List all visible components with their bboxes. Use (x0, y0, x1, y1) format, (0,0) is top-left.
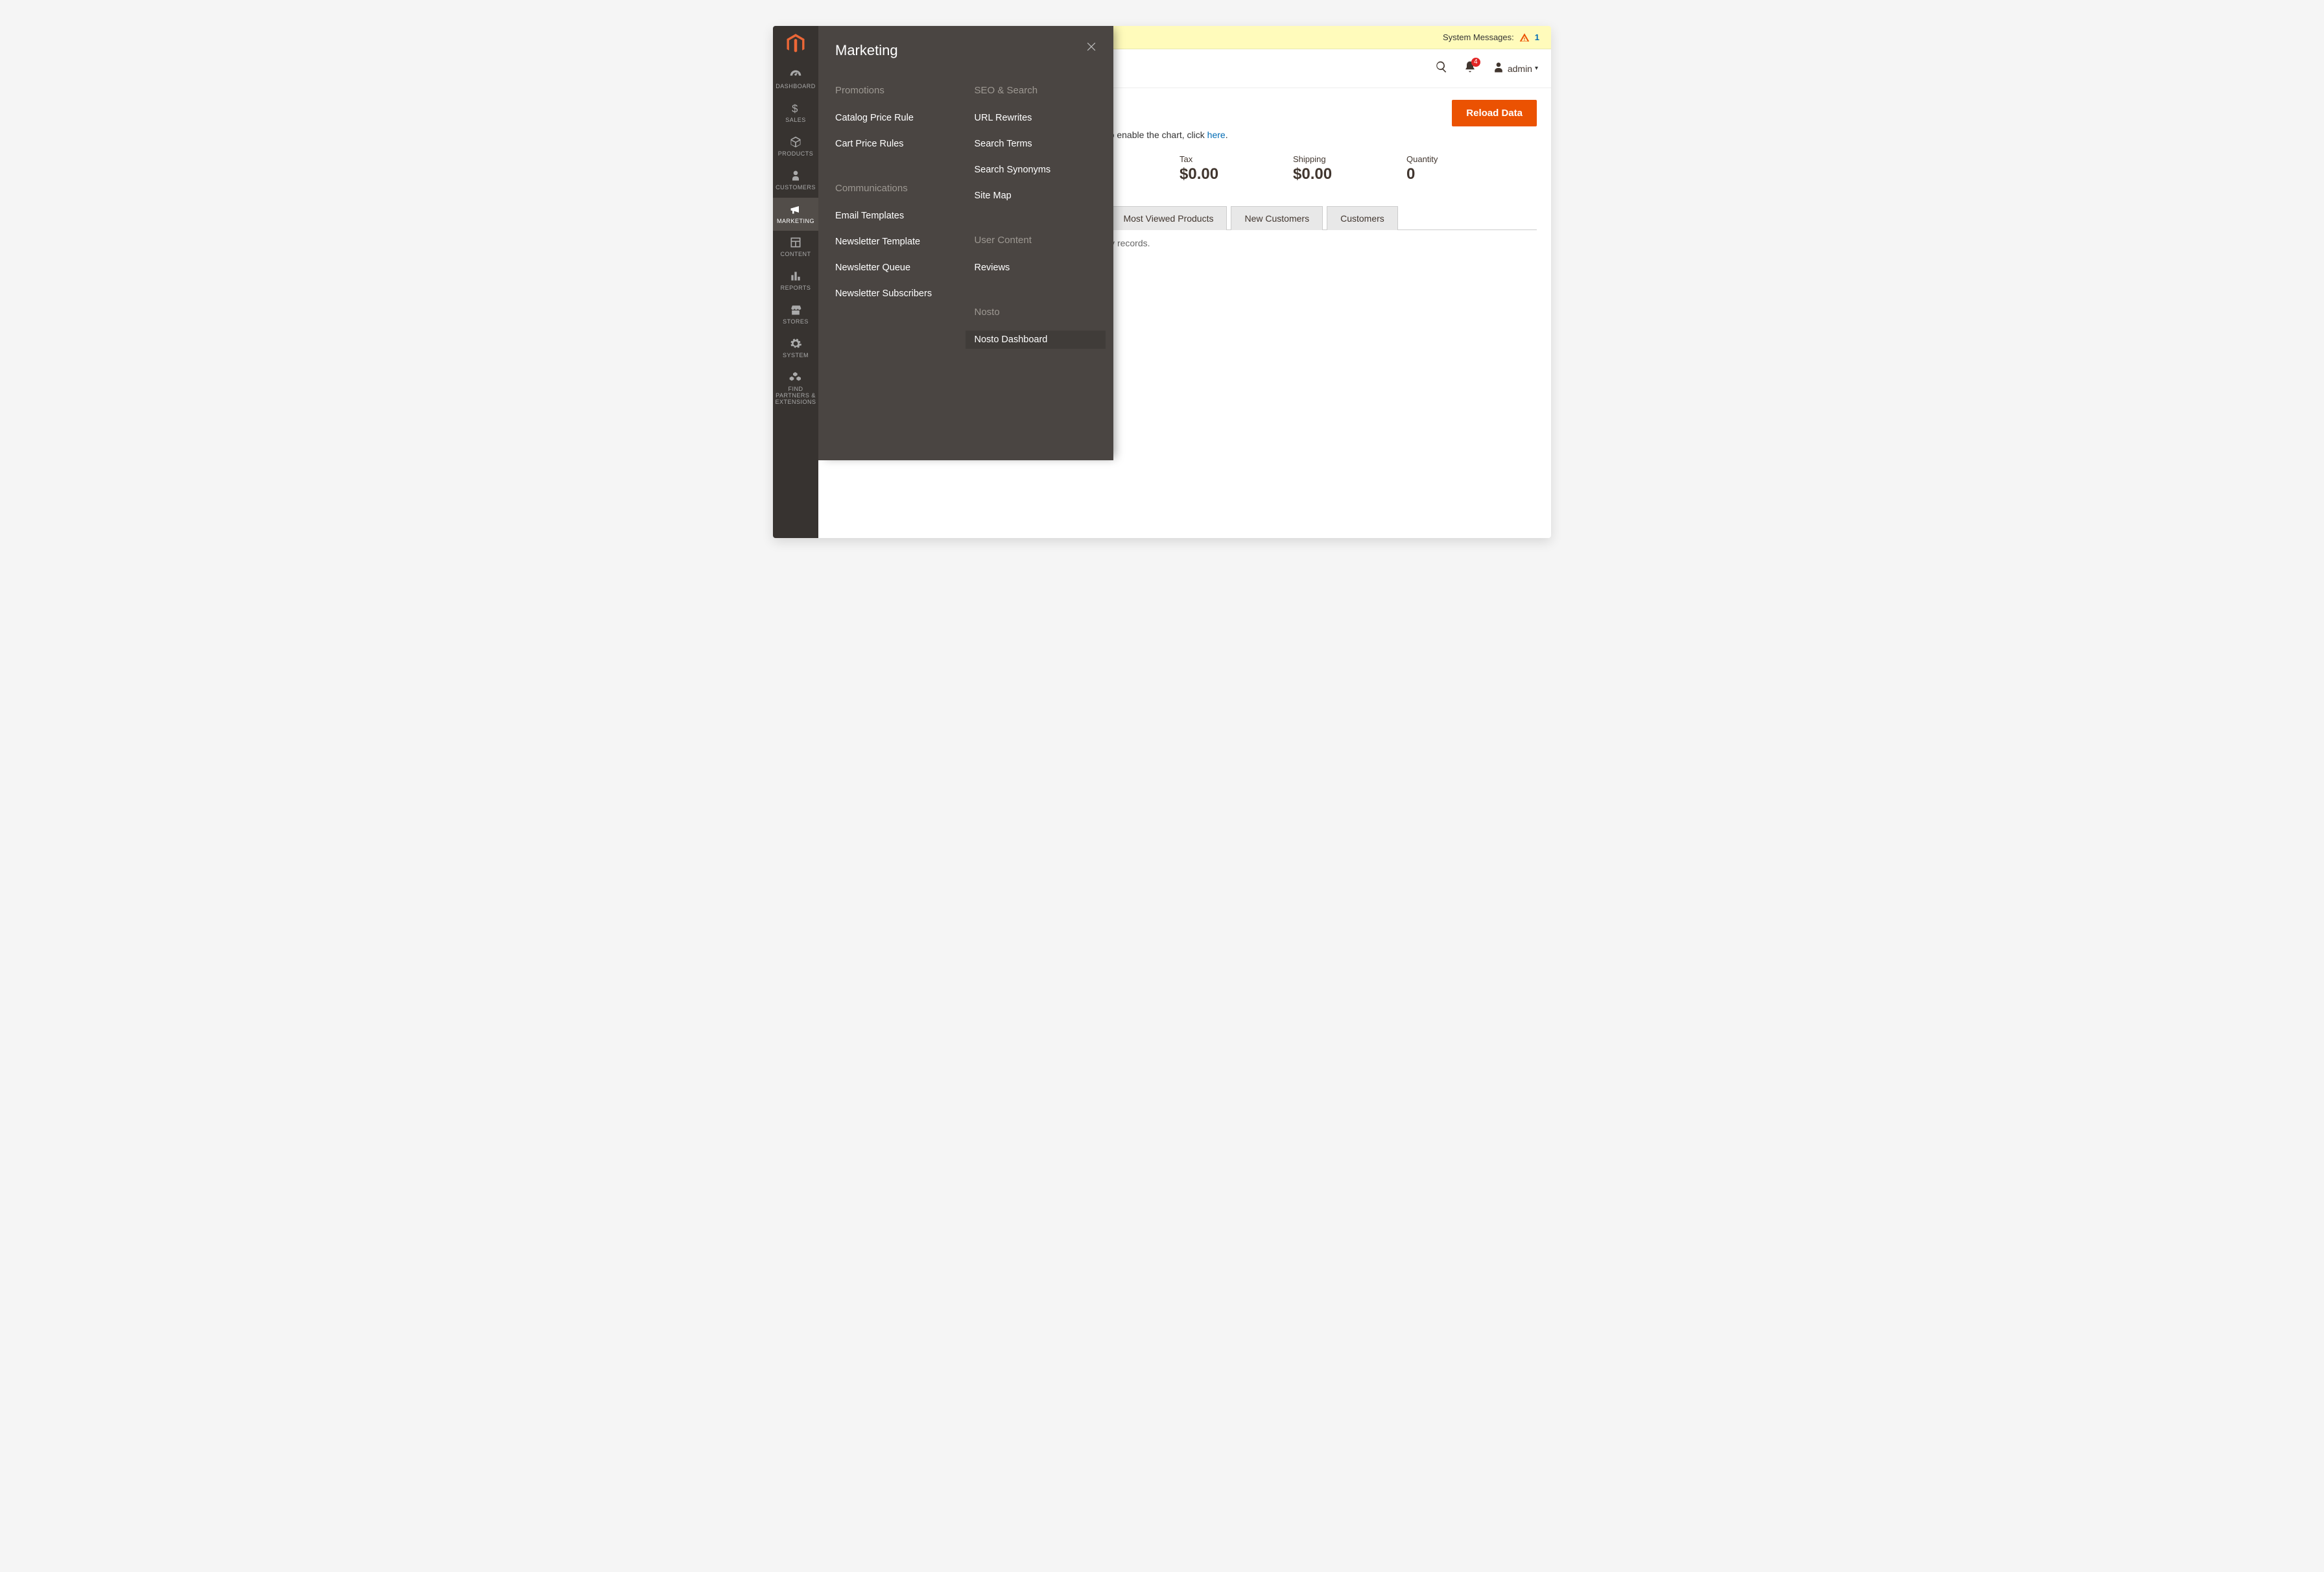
gauge-icon (774, 68, 817, 81)
sidebar-item-products[interactable]: PRODUCTS (773, 130, 818, 164)
sidebar-item-label: SYSTEM (774, 353, 817, 359)
flyout-group-nosto: Nosto (975, 307, 1114, 318)
flyout-item-newsletter-template[interactable]: Newsletter Template (835, 233, 975, 251)
boxes-icon (774, 371, 817, 384)
sidebar-item-label: PRODUCTS (774, 151, 817, 158)
flyout-item-newsletter-queue[interactable]: Newsletter Queue (835, 259, 975, 277)
tab-new-customers[interactable]: New Customers (1231, 206, 1323, 230)
sidebar-item-stores[interactable]: STORES (773, 298, 818, 332)
flyout-item-url-rewrites[interactable]: URL Rewrites (975, 109, 1114, 127)
user-icon (1492, 61, 1505, 76)
magento-logo[interactable] (784, 32, 807, 59)
sidebar-item-label: STORES (774, 319, 817, 325)
stat-value: $0.00 (1293, 165, 1406, 183)
user-menu[interactable]: admin ▾ (1492, 61, 1538, 76)
stat-label: Shipping (1293, 154, 1406, 164)
flyout-group-seo: SEO & Search (975, 85, 1114, 96)
marketing-flyout: Marketing Promotions Catalog Price Rule … (818, 26, 1113, 460)
flyout-item-cart-price-rules[interactable]: Cart Price Rules (835, 135, 975, 153)
search-icon[interactable] (1435, 60, 1448, 76)
gear-icon (774, 337, 817, 350)
empty-records-text: dn't find any records. (1066, 238, 1537, 248)
flyout-title: Marketing (835, 42, 1113, 59)
sidebar-item-label: CONTENT (774, 252, 817, 258)
flyout-item-reviews[interactable]: Reviews (975, 259, 1114, 277)
sidebar-item-partners[interactable]: FIND PARTNERS & EXTENSIONS (773, 366, 818, 412)
warning-icon (1519, 32, 1530, 43)
stat-tax: Tax $0.00 (1180, 154, 1293, 183)
app-window: DASHBOARD $ SALES PRODUCTS CUSTOMERS MAR… (773, 26, 1551, 538)
flyout-column-right: SEO & Search URL Rewrites Search Terms S… (975, 85, 1114, 379)
flyout-item-catalog-price-rule[interactable]: Catalog Price Rule (835, 109, 975, 127)
stat-shipping: Shipping $0.00 (1293, 154, 1406, 183)
stat-label: Quantity (1406, 154, 1520, 164)
stats-row: e 0 Tax $0.00 Shipping $0.00 Quantity 0 (1066, 154, 1537, 183)
sidebar-item-marketing[interactable]: MARKETING (773, 198, 818, 231)
stat-quantity: Quantity 0 (1406, 154, 1520, 183)
chart-disabled-notice: disabled. To enable the chart, click her… (1066, 130, 1537, 140)
box-icon (774, 135, 817, 148)
svg-text:$: $ (792, 102, 798, 115)
system-messages-count: 1 (1535, 32, 1539, 42)
flyout-column-left: Promotions Catalog Price Rule Cart Price… (835, 85, 975, 379)
layout-icon (774, 236, 817, 249)
close-icon[interactable] (1085, 40, 1098, 53)
sidebar-item-dashboard[interactable]: DASHBOARD (773, 63, 818, 97)
dollar-icon: $ (774, 102, 817, 115)
flyout-item-site-map[interactable]: Site Map (975, 187, 1114, 205)
sidebar-item-customers[interactable]: CUSTOMERS (773, 164, 818, 198)
enable-chart-link[interactable]: here (1207, 130, 1226, 140)
flyout-item-newsletter-subscribers[interactable]: Newsletter Subscribers (835, 285, 975, 303)
flyout-item-search-terms[interactable]: Search Terms (975, 135, 1114, 153)
tab-most-viewed[interactable]: Most Viewed Products (1109, 206, 1227, 230)
bar-chart-icon (774, 270, 817, 283)
notification-badge: 4 (1471, 58, 1480, 67)
flyout-group-promotions: Promotions (835, 85, 975, 96)
notifications-button[interactable]: 4 (1464, 60, 1476, 76)
flyout-item-nosto-dashboard[interactable]: Nosto Dashboard (966, 331, 1106, 349)
sidebar-item-content[interactable]: CONTENT (773, 231, 818, 264)
sidebar-item-label: FIND PARTNERS & EXTENSIONS (774, 386, 817, 406)
reload-data-button[interactable]: Reload Data (1452, 100, 1537, 126)
sidebar-item-sales[interactable]: $ SALES (773, 97, 818, 130)
user-name: admin (1508, 64, 1532, 74)
sidebar-item-reports[interactable]: REPORTS (773, 264, 818, 298)
sidebar-item-label: SALES (774, 117, 817, 124)
sidebar-item-label: REPORTS (774, 285, 817, 292)
tab-customers[interactable]: Customers (1327, 206, 1398, 230)
system-messages-label: System Messages: (1443, 32, 1514, 42)
sidebar-item-label: DASHBOARD (774, 84, 817, 90)
flyout-group-user-content: User Content (975, 235, 1114, 246)
stat-label: Tax (1180, 154, 1293, 164)
sidebar-item-label: CUSTOMERS (774, 185, 817, 191)
admin-sidebar: DASHBOARD $ SALES PRODUCTS CUSTOMERS MAR… (773, 26, 818, 538)
storefront-icon (774, 303, 817, 316)
chevron-down-icon: ▾ (1535, 65, 1538, 72)
person-icon (774, 169, 817, 182)
stat-value: 0 (1406, 165, 1520, 183)
sidebar-item-label: MARKETING (774, 218, 817, 225)
flyout-item-email-templates[interactable]: Email Templates (835, 207, 975, 225)
dashboard-tabs: ers Most Viewed Products New Customers C… (1066, 205, 1537, 230)
sidebar-item-system[interactable]: SYSTEM (773, 332, 818, 366)
flyout-group-communications: Communications (835, 183, 975, 194)
megaphone-icon (774, 203, 817, 216)
flyout-item-search-synonyms[interactable]: Search Synonyms (975, 161, 1114, 179)
stat-value: $0.00 (1180, 165, 1293, 183)
